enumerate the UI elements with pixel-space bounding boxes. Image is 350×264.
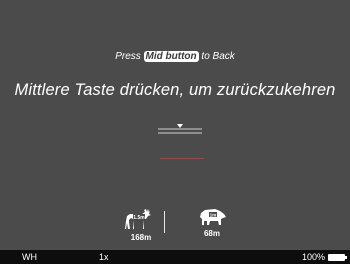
palette-mode: WH [22,252,37,262]
deer-icon: 1.5m [125,209,151,229]
deer-distance: 168m [130,233,152,242]
battery-percent: 100% [301,252,325,262]
battery-icon [328,253,347,261]
boar-distance-marker: 1m 68m [182,207,242,238]
marker-divider [164,211,165,233]
back-hint: Press Mid button to Back [0,51,350,62]
hint-prefix: Press [115,51,144,62]
rangefinder-reticle [158,124,202,134]
battery-status: 100% [301,250,347,264]
status-bar: WH 1x 100% [0,250,350,264]
zoom-level: 1x [99,252,109,262]
headline-text: Mittlere Taste drücken, um zurückzukehre… [14,81,336,99]
deer-height-label: 1.5m [133,215,145,221]
deer-distance-marker: 1.5m 168m [111,207,171,242]
red-reference-line [160,158,204,159]
mid-button-key: Mid button [143,51,199,62]
hint-suffix: to Back [198,51,235,62]
boar-height-label: 1m [210,212,217,217]
boar-distance: 68m [203,229,220,238]
boar-icon: 1m [200,209,226,225]
